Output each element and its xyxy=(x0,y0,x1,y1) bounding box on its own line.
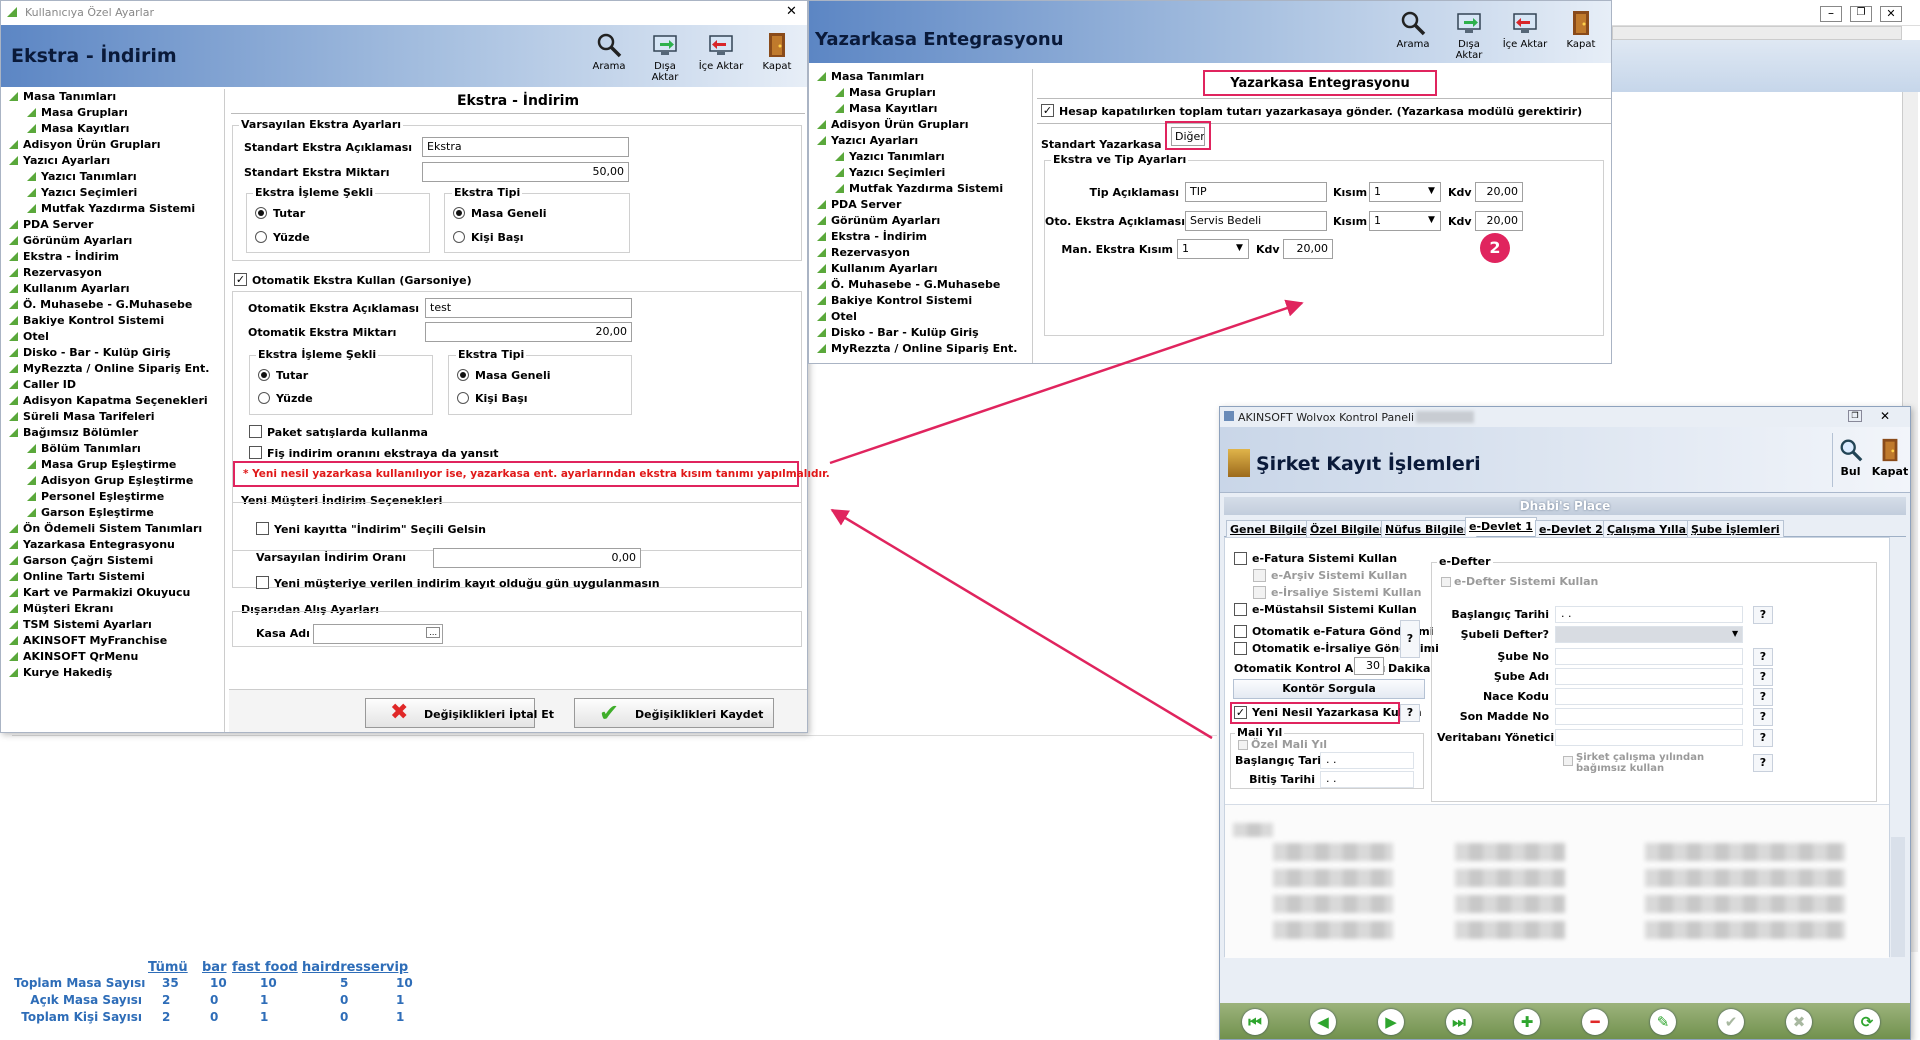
arrow-to-warning xyxy=(830,508,1213,740)
annotation-arrows xyxy=(829,299,1304,740)
arrow-to-yazarkasa xyxy=(829,299,1304,465)
